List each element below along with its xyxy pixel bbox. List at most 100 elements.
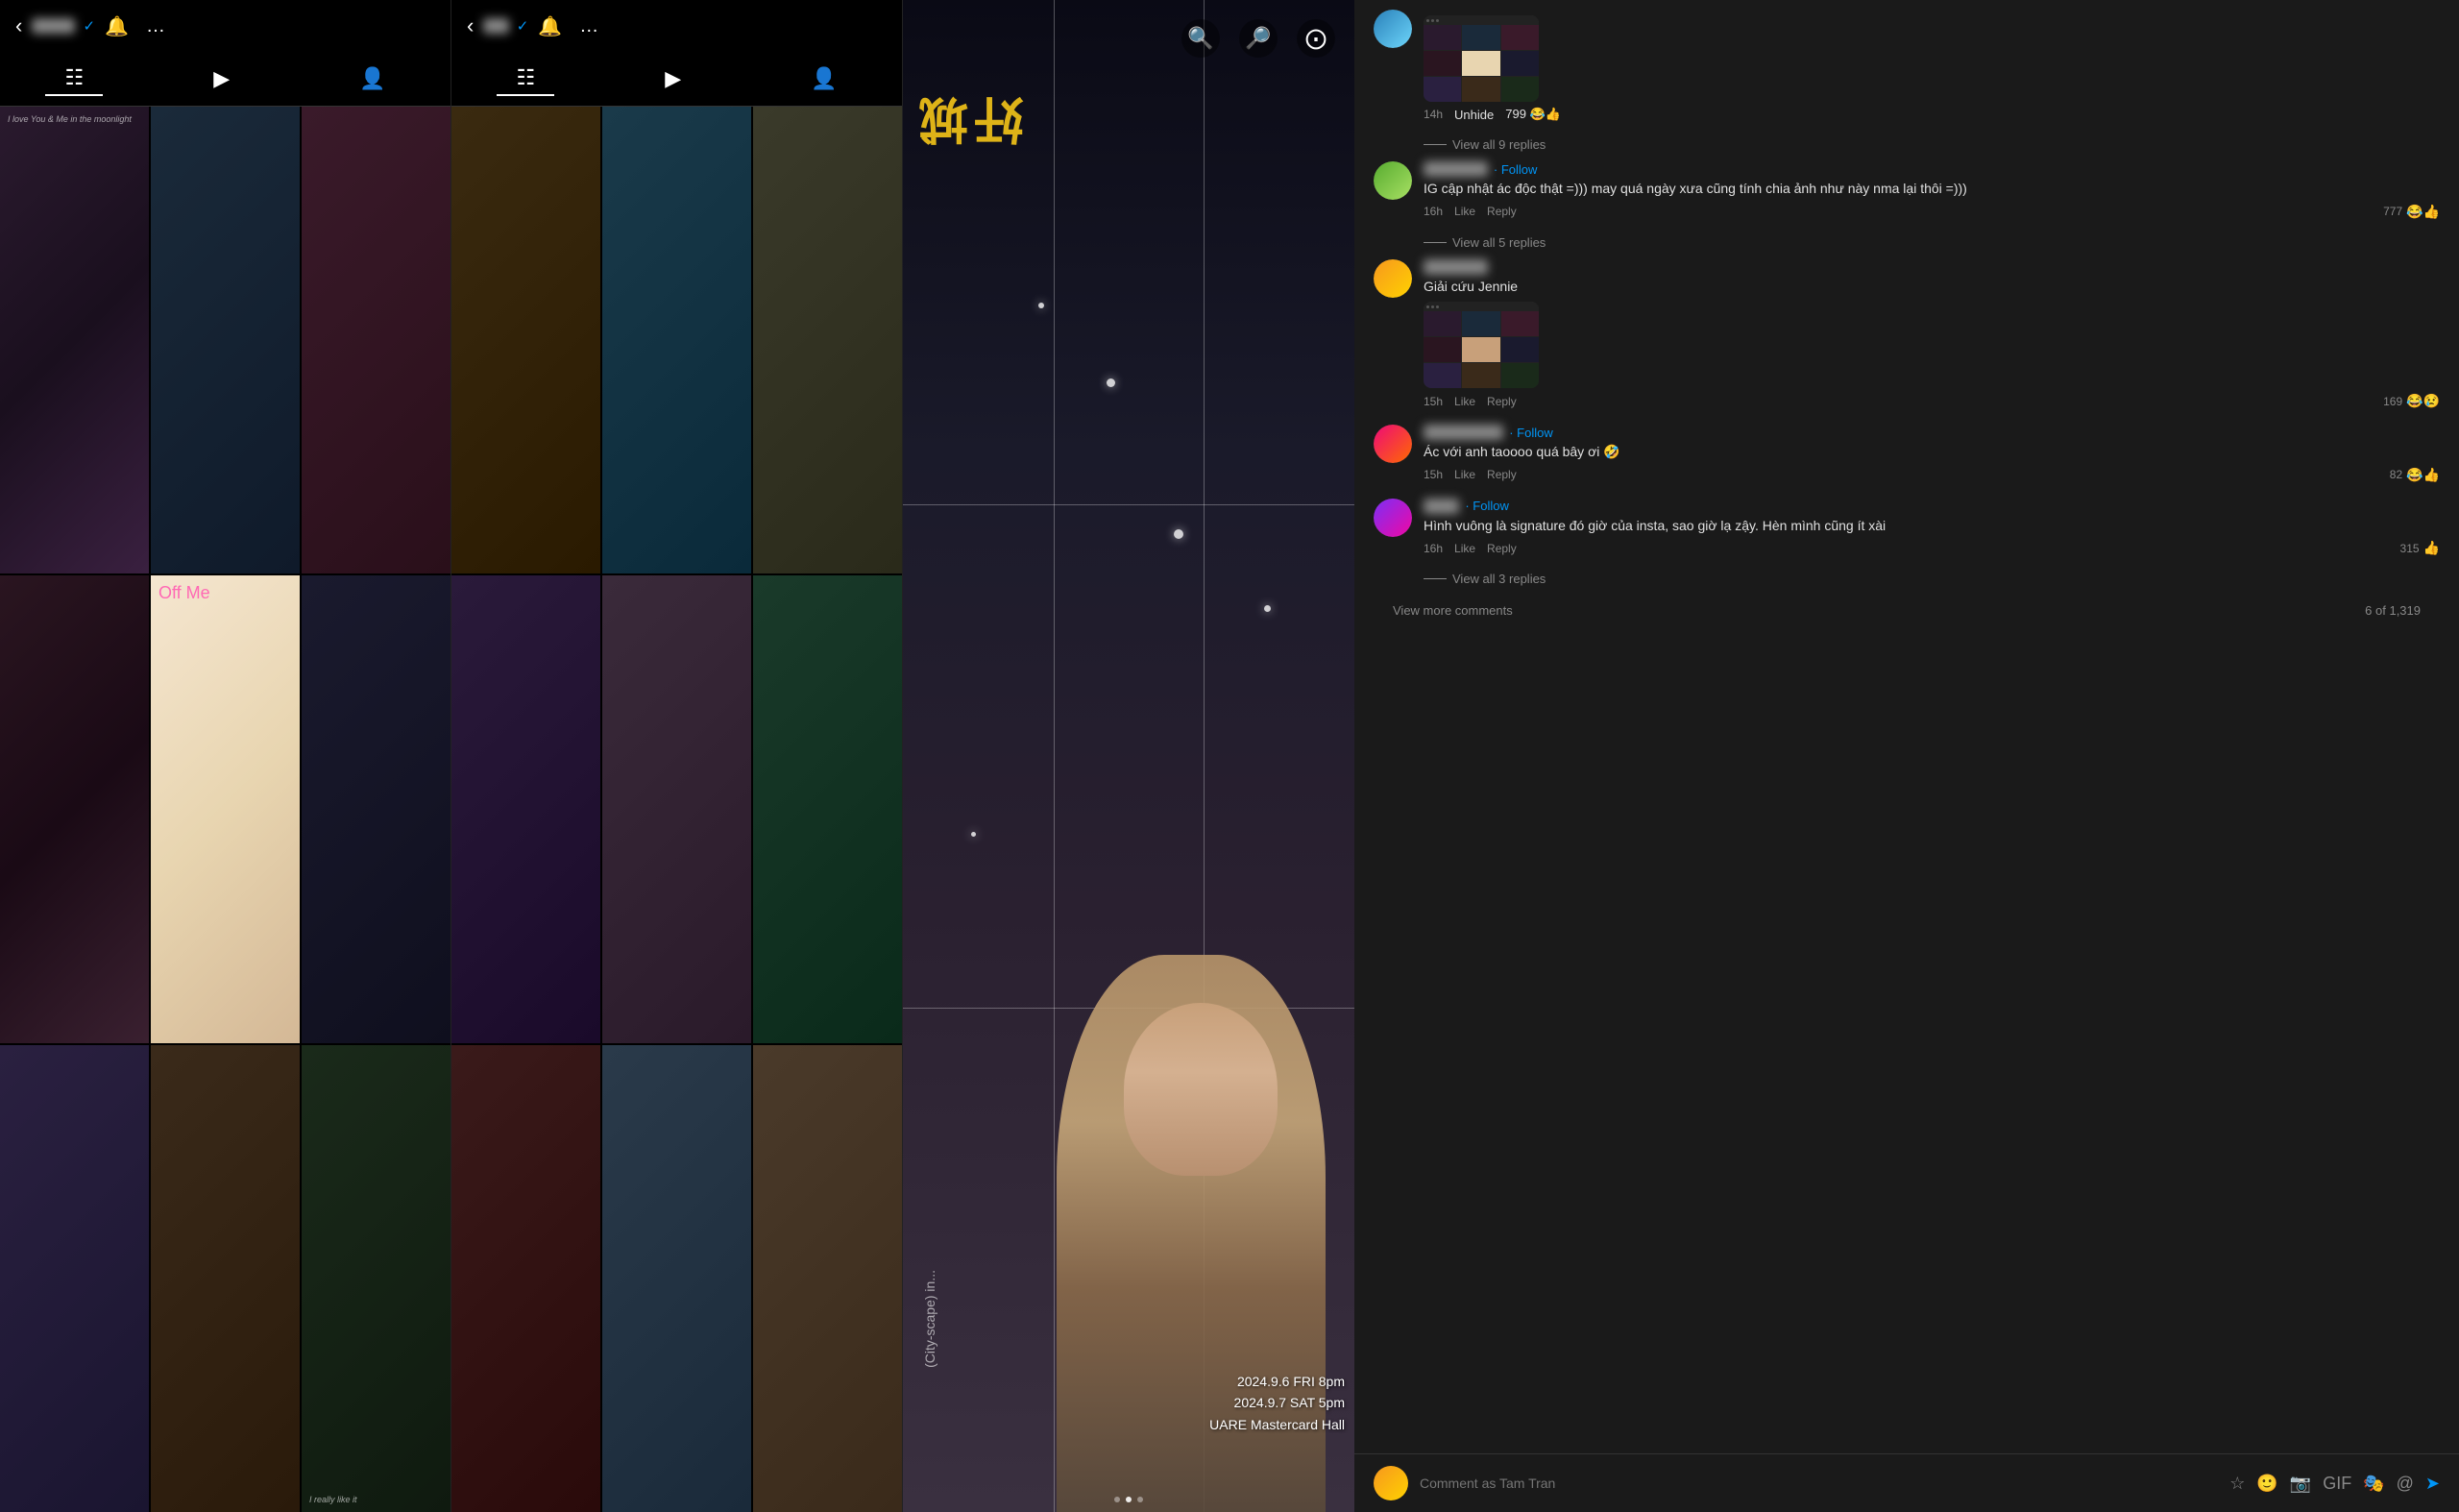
left-grid-icon[interactable]: ☷	[45, 61, 103, 96]
middle-grid-cell-6[interactable]	[753, 575, 902, 1042]
comment-2-dot-1	[1426, 305, 1429, 308]
thumb-c4	[1424, 51, 1461, 76]
middle-grid-icon[interactable]: ☷	[497, 61, 554, 96]
view-replies-1[interactable]: View all 5 replies	[1424, 235, 2440, 250]
middle-grid-cell-9[interactable]	[753, 1045, 902, 1512]
send-button[interactable]: ➤	[2425, 1474, 2440, 1494]
grid-cell-2[interactable]	[151, 107, 300, 573]
comment-2-meta: 15h Like Reply 169 😂😢	[1424, 393, 2440, 409]
comment-1-meta: 16h Like Reply 777 😂👍	[1424, 204, 2440, 220]
thumb-c1	[1424, 25, 1461, 50]
comment-3-avatar	[1374, 425, 1412, 463]
comment-3-likes: 82 😂👍	[2390, 467, 2440, 483]
middle-grid-cell-1[interactable]	[451, 107, 600, 573]
comment-3-meta: 15h Like Reply 82 😂👍	[1424, 467, 2440, 483]
middle-grid-cell-2[interactable]	[602, 107, 751, 573]
left-more-icon[interactable]: …	[146, 15, 165, 37]
comment-2-thumbnail	[1424, 302, 1539, 388]
grid-cell-7[interactable]	[0, 1045, 149, 1512]
left-profile-icon[interactable]: 👤	[340, 62, 404, 95]
grid-cell-9[interactable]: I really like it	[302, 1045, 450, 1512]
grid-cell-6[interactable]	[302, 575, 450, 1042]
middle-reels-icon[interactable]: ▶	[645, 62, 700, 95]
comment-1-time: 16h	[1424, 205, 1443, 218]
at-icon[interactable]: @	[2397, 1474, 2414, 1494]
middle-grid-cell-4[interactable]	[451, 575, 600, 1042]
middle-grid-cell-3[interactable]	[753, 107, 902, 573]
fullscreen-button[interactable]: ⨀	[1297, 19, 1335, 58]
grid-cell-3[interactable]	[302, 107, 450, 573]
view-more-label[interactable]: View more comments	[1393, 603, 1513, 618]
event-line-3: UARE Mastercard Hall	[1209, 1414, 1345, 1435]
comment-1-like[interactable]: Like	[1454, 205, 1475, 218]
comment-1-author-line: Nguyễn ... · Follow	[1424, 161, 2440, 177]
comment-1-follow[interactable]: · Follow	[1494, 162, 1538, 177]
unhide-button[interactable]: Unhide	[1454, 108, 1494, 122]
grid-cell-1-text: I love You & Me in the moonlight	[4, 110, 135, 128]
comment-4-time: 16h	[1424, 542, 1443, 555]
middle-bell-icon[interactable]: 🔔	[538, 14, 562, 38]
sticker-icon[interactable]: 🎭	[2363, 1474, 2384, 1494]
middle-more-icon[interactable]: …	[579, 15, 598, 37]
grid-cell-4[interactable]	[0, 575, 149, 1042]
middle-verified-icon: ✓	[517, 17, 529, 35]
instagram-panel-left: ‹ official ✓ 🔔 … ☷ ▶ 👤 I love You & Me i…	[0, 0, 451, 1512]
c2-t8	[1462, 363, 1499, 388]
thumb-dot-3	[1436, 19, 1439, 22]
gif-icon[interactable]: GIF	[2323, 1474, 2351, 1494]
comment-item-first: 14h Unhide 799 😂👍	[1374, 10, 2440, 122]
middle-profile-icon[interactable]: 👤	[791, 62, 856, 95]
comment-4-like[interactable]: Like	[1454, 542, 1475, 555]
comment-2-dot-2	[1431, 305, 1434, 308]
grid-cell-5-text: Off Me	[155, 579, 214, 607]
comment-1-text: IG cập nhật ác độc thật =))) may quá ngà…	[1424, 180, 2440, 199]
middle-grid-cell-7[interactable]	[451, 1045, 600, 1512]
expanded-image-panel: 城奸 (City-scape) in... 2024.9.6 FRI 8pm 2…	[903, 0, 1354, 1512]
left-bell-icon[interactable]: 🔔	[105, 14, 129, 38]
comment-2-like[interactable]: Like	[1454, 395, 1475, 408]
comment-4-content: H...lie · Follow Hình vuông là signature…	[1424, 499, 2440, 557]
left-profile-name-group: official ✓	[32, 17, 95, 35]
grid-cell-1[interactable]: I love You & Me in the moonlight	[0, 107, 149, 573]
first-comment-avatar	[1374, 10, 1412, 48]
zoom-out-button[interactable]: 🔎	[1239, 19, 1278, 58]
comment-input-row: ☆ 🙂 📷 GIF 🎭 @ ➤	[1374, 1466, 2440, 1500]
dot-3	[1137, 1497, 1143, 1502]
comment-4-reply[interactable]: Reply	[1487, 542, 1517, 555]
star-icon[interactable]: ☆	[2229, 1474, 2245, 1494]
image-controls: 🔍 🔎 ⨀	[1181, 19, 1335, 58]
middle-back-button[interactable]: ‹	[467, 13, 474, 38]
thumb-dot-1	[1426, 19, 1429, 22]
left-reels-icon[interactable]: ▶	[194, 62, 249, 95]
emoji-icon[interactable]: 🙂	[2256, 1474, 2277, 1494]
comment-input[interactable]	[1420, 1475, 2218, 1491]
dots-indicator	[1114, 1497, 1143, 1502]
camera-icon[interactable]: 📷	[2290, 1474, 2311, 1494]
comment-3-like[interactable]: Like	[1454, 468, 1475, 481]
comment-2-content: Nguyễn ... Giải cứu Jennie	[1424, 259, 2440, 410]
view-more-comments[interactable]: View more comments 6 of 1,319	[1374, 596, 2440, 625]
dot-2	[1126, 1497, 1132, 1502]
view-replies-first[interactable]: View all 9 replies	[1424, 137, 2440, 152]
middle-grid-cell-5[interactable]	[602, 575, 751, 1042]
view-more-count: 6 of 1,319	[2365, 603, 2421, 618]
middle-grid-cell-8[interactable]	[602, 1045, 751, 1512]
comment-1-reply[interactable]: Reply	[1487, 205, 1517, 218]
left-nav: ☷ ▶ 👤	[0, 52, 450, 107]
comment-4-author-line: H...lie · Follow	[1424, 499, 2440, 514]
comment-item-3: Chút ch...uiz · Follow Ác với anh taoooo…	[1374, 425, 2440, 483]
comment-4-author: H...lie	[1424, 499, 1459, 514]
grid-cell-8[interactable]	[151, 1045, 300, 1512]
view-replies-4[interactable]: View all 3 replies	[1424, 572, 2440, 586]
comment-2-reply[interactable]: Reply	[1487, 395, 1517, 408]
zoom-in-button[interactable]: 🔍	[1181, 19, 1220, 58]
left-back-button[interactable]: ‹	[15, 13, 22, 38]
grid-cell-5[interactable]: Off Me	[151, 575, 300, 1042]
thumb-c7	[1424, 77, 1461, 102]
thumb-grid	[1424, 25, 1539, 102]
comment-3-time: 15h	[1424, 468, 1443, 481]
comment-3-reply[interactable]: Reply	[1487, 468, 1517, 481]
comment-4-follow[interactable]: · Follow	[1465, 499, 1509, 513]
comment-3-follow[interactable]: · Follow	[1509, 426, 1553, 440]
left-header-icons: 🔔 …	[105, 14, 165, 38]
